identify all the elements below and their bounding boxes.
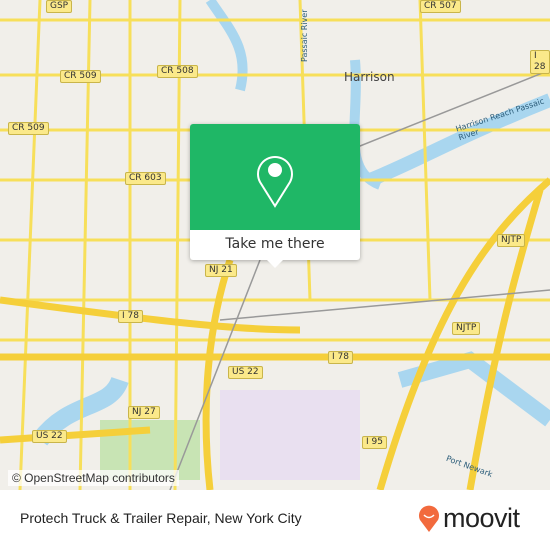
map-pin-icon [257,156,293,208]
moovit-pin-icon [419,505,439,532]
road-label: NJTP [497,234,526,247]
road-label: GSP [46,0,73,13]
road-label: I 78 [328,351,353,364]
road-label: CR 508 [157,65,198,78]
road-label: US 22 [32,430,67,443]
road-label: CR 507 [420,0,461,13]
road-label: CR 509 [60,70,101,83]
road-label: NJ 27 [128,406,160,419]
road-label: US 22 [228,366,263,379]
road-label: CR 509 [8,122,49,135]
town-label: Harrison [344,70,395,84]
brand-name: moovit [443,503,520,533]
water-label: Passaic River [300,9,309,63]
road-label: I 28 [530,50,550,74]
take-me-there-button[interactable]: Take me there [190,230,360,260]
road-label: NJTP [452,322,481,335]
road-label: I 95 [362,436,387,449]
moovit-logo[interactable]: moovit [418,503,520,534]
road-label: I 78 [118,310,143,323]
place-name: Protech Truck & Trailer Repair, New York… [20,510,302,526]
road-label: CR 603 [125,172,166,185]
attribution[interactable]: © OpenStreetMap contributors [8,470,179,486]
location-popup[interactable]: Take me there [190,124,360,268]
road-label: NJ 21 [205,264,237,277]
